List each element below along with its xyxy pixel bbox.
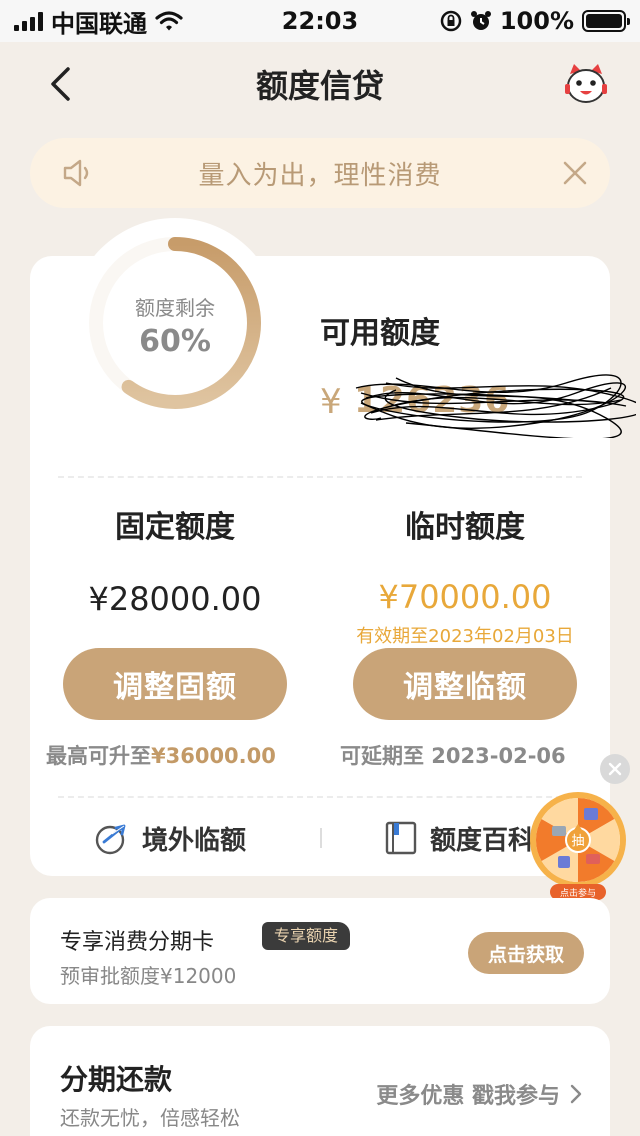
divider (58, 796, 582, 798)
installment-title: 专享消费分期卡 (60, 930, 215, 955)
customer-service-button[interactable] (562, 60, 610, 108)
remaining-percent: 60% (139, 324, 211, 359)
close-icon[interactable] (562, 160, 588, 186)
temp-extend-note: 可延期至 2023-02-06 (340, 744, 566, 768)
rotation-lock-icon (440, 10, 462, 32)
more-offers-label: 更多优惠 戳我参与 (376, 1084, 560, 1109)
adjust-temp-button[interactable]: 调整临额 (353, 648, 577, 720)
battery-percent: 100% (499, 7, 574, 35)
temp-credit-amount: ¥70000.00 (378, 578, 552, 616)
repayment-subtitle: 还款无忧，倍感轻松 (60, 1106, 240, 1130)
status-bar: 中国联通 22:03 100% (0, 0, 640, 42)
plane-globe-icon (95, 824, 126, 855)
speaker-icon (63, 159, 89, 187)
installment-card: 专享消费分期卡 专享额度 预审批额度¥12000 点击获取 (30, 898, 610, 1004)
get-installment-button[interactable]: 点击获取 (468, 932, 584, 974)
chevron-left-icon (51, 67, 70, 101)
status-right: 100% (440, 7, 630, 35)
more-offers-link[interactable]: 更多优惠 戳我参与 (376, 1078, 582, 1110)
fixed-credit-title: 固定额度 (115, 510, 235, 545)
exclusive-badge: 专享额度 (262, 922, 351, 950)
wheel-close-button[interactable] (600, 754, 630, 784)
notice-bar: 量入为出，理性消费 (30, 138, 610, 208)
alarm-icon (470, 11, 491, 30)
remaining-label: 额度剩余 (135, 296, 215, 320)
fixed-max-label: 最高可升至 (46, 744, 151, 768)
credit-encyclopedia-label: 额度百科 (430, 825, 535, 856)
battery-icon (582, 10, 630, 32)
overseas-temp-link[interactable]: 境外临额 (94, 818, 246, 858)
ring-chart (89, 237, 261, 409)
divider (58, 476, 582, 478)
redaction-scribble (355, 374, 636, 438)
fixed-credit-amount: ¥28000.00 (88, 580, 262, 618)
divider (320, 828, 322, 848)
wifi-icon (155, 11, 183, 31)
temp-credit-expiry: 有效期至2023年02月03日 (356, 626, 574, 647)
repayment-title: 分期还款 (60, 1063, 173, 1096)
lottery-wheel-icon: 抽 点击参与 (530, 792, 626, 900)
credit-encyclopedia-link[interactable]: 额度百科 (384, 818, 534, 858)
lottery-wheel[interactable]: 抽 点击参与 (526, 790, 630, 902)
adjust-fixed-button[interactable]: 调整固额 (63, 648, 287, 720)
overseas-temp-label: 境外临额 (142, 825, 247, 856)
page-title: 额度信贷 (255, 67, 384, 105)
status-left: 中国联通 (14, 4, 183, 39)
installment-subtitle: 预审批额度¥12000 (60, 964, 237, 988)
temp-credit-title: 临时额度 (405, 510, 525, 545)
carrier-name: 中国联通 (51, 9, 147, 38)
wheel-center-text: 抽 (571, 834, 584, 849)
repayment-card[interactable]: 分期还款 还款无忧，倍感轻松 更多优惠 戳我参与 (30, 1026, 610, 1136)
back-button[interactable] (38, 62, 82, 106)
fixed-credit-section: 固定额度 ¥28000.00 (30, 502, 320, 618)
signal-icon (14, 11, 43, 31)
temp-credit-section: 临时额度 ¥70000.00 有效期至2023年02月03日 (320, 502, 610, 648)
fixed-max-note: 最高可升至¥36000.00 (46, 740, 276, 770)
notice-text: 量入为出，理性消费 (198, 160, 442, 191)
nav-bar: 额度信贷 (0, 42, 640, 126)
available-credit-amount: ¥ 126236 (320, 368, 636, 438)
mascot-icon (565, 64, 607, 103)
chevron-right-icon (570, 1084, 582, 1104)
book-icon (385, 821, 417, 855)
available-credit-title: 可用额度 (320, 316, 440, 351)
fixed-max-value: ¥36000.00 (151, 744, 276, 768)
credit-card: 额度剩余 60% 可用额度 ¥ 126236 固定额度 ¥28000.00 临时… (30, 218, 636, 876)
remaining-ring: 额度剩余 60% (70, 218, 280, 428)
close-icon (608, 762, 622, 776)
